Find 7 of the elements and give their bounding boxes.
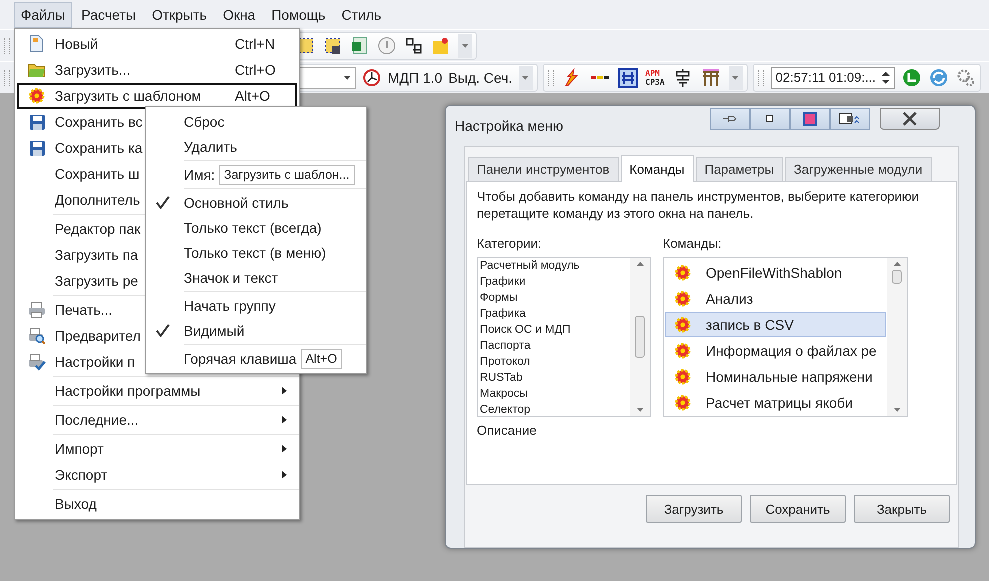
field-label: Горячая клавиша — [184, 350, 297, 366]
window-title: Настройка меню — [455, 118, 564, 134]
commands-label: Команды: — [663, 236, 723, 251]
categories-label: Категории: — [477, 236, 543, 251]
field-label: Имя: — [184, 166, 216, 182]
description-label: Описание — [477, 423, 538, 438]
instruction-text: Чтобы добавить команду на панель инструментов, выберите категориюи перетащите команду из этого окна на панель. — [477, 188, 920, 222]
